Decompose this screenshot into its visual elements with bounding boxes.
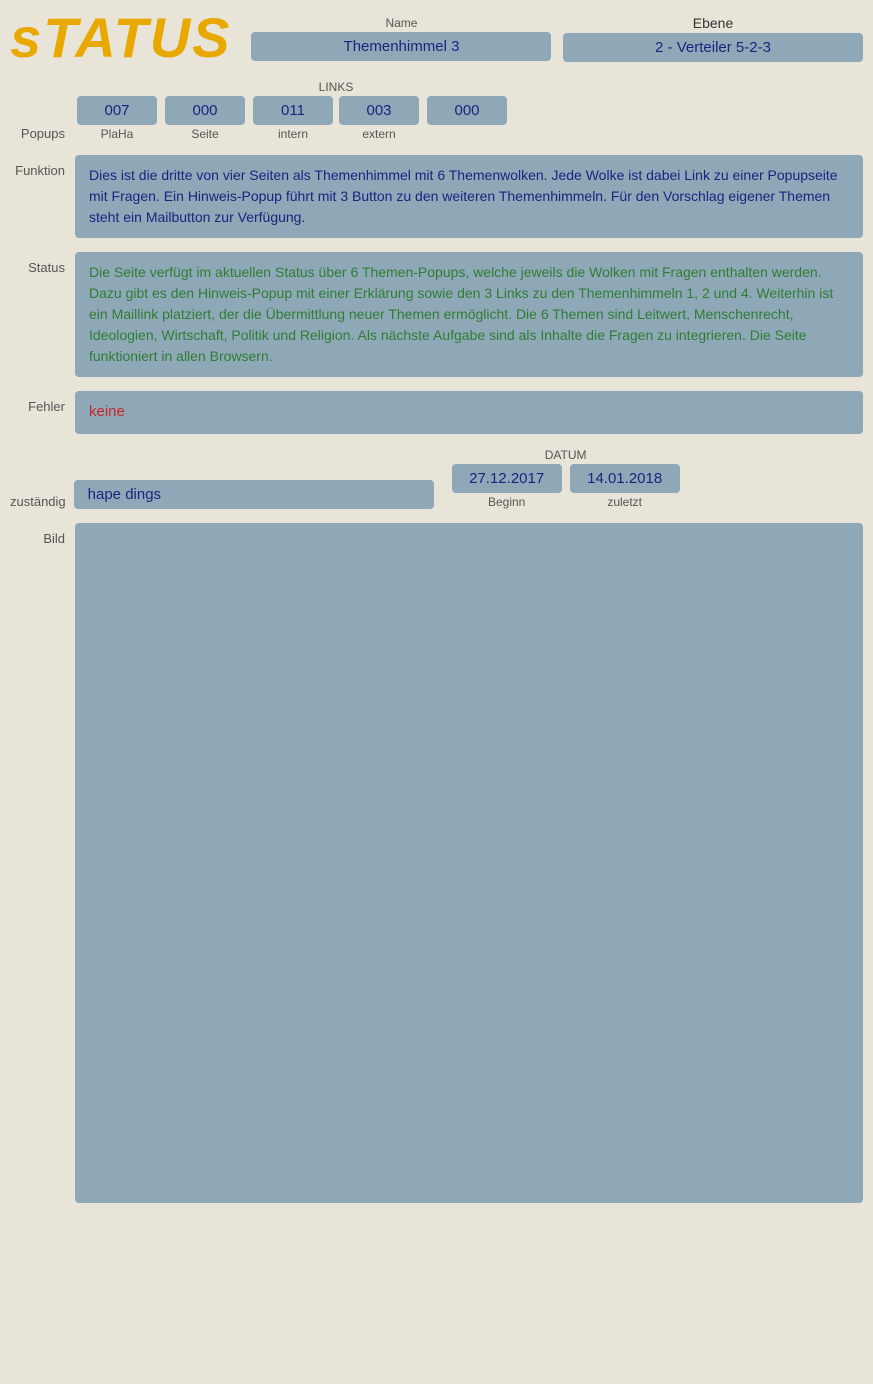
- funktion-text: Dies ist die dritte von vier Seiten als …: [75, 155, 863, 238]
- popup-item-extra: 000: [427, 96, 507, 141]
- name-value[interactable]: Themenhimmel 3: [251, 32, 551, 61]
- popups-label: Popups: [10, 126, 65, 141]
- popup-item-intern: 011 intern: [253, 96, 333, 141]
- app-title: sTATUS: [10, 10, 231, 66]
- datum-title: DATUM: [545, 448, 587, 462]
- funktion-row: Funktion Dies ist die dritte von vier Se…: [10, 155, 863, 238]
- zuletzt-group: 14.01.2018 zuletzt: [570, 464, 680, 509]
- beginn-group: 27.12.2017 Beginn: [452, 464, 562, 509]
- popup-sublabel-extern: extern: [362, 127, 395, 141]
- popup-value-000[interactable]: 000: [165, 96, 245, 125]
- popup-item-plaha: 007 PlaHa: [77, 96, 157, 141]
- status-row: Status Die Seite verfügt im aktuellen St…: [10, 252, 863, 377]
- popups-row: Popups 007 PlaHa 000 Seite LINKS 011 int…: [10, 80, 863, 141]
- fehler-box: keine: [75, 391, 863, 434]
- fehler-text: keine: [89, 401, 849, 424]
- zuletzt-label: zuletzt: [607, 495, 642, 509]
- popup-sublabel-extra: [465, 127, 468, 141]
- ebene-label: Ebene: [693, 15, 733, 31]
- links-inner: 011 intern 003 extern: [253, 96, 419, 141]
- popup-item-extern: 003 extern: [339, 96, 419, 141]
- zustaendig-name[interactable]: hape dings: [74, 480, 434, 509]
- popup-sublabel-plaha: PlaHa: [101, 127, 134, 141]
- popup-sublabel-intern: intern: [278, 127, 308, 141]
- datum-inner: 27.12.2017 Beginn 14.01.2018 zuletzt: [452, 464, 680, 509]
- bild-row: Bild: [10, 523, 863, 1203]
- fehler-row: Fehler keine: [10, 391, 863, 434]
- links-block: LINKS 011 intern 003 extern: [253, 80, 419, 141]
- bild-label: Bild: [10, 523, 65, 546]
- popup-value-extra[interactable]: 000: [427, 96, 507, 125]
- ebene-group: Ebene 2 - Verteiler 5-2-3: [563, 15, 863, 62]
- header-row: sTATUS Name Themenhimmel 3 Ebene 2 - Ver…: [10, 10, 863, 66]
- datum-block: DATUM 27.12.2017 Beginn 14.01.2018 zulet…: [452, 448, 680, 509]
- ebene-value[interactable]: 2 - Verteiler 5-2-3: [563, 33, 863, 62]
- popup-item-seite: 000 Seite: [165, 96, 245, 141]
- beginn-label: Beginn: [488, 495, 525, 509]
- zustaendig-row: zuständig hape dings DATUM 27.12.2017 Be…: [10, 448, 863, 509]
- status-text: Die Seite verfügt im aktuellen Status üb…: [75, 252, 863, 377]
- fehler-label: Fehler: [10, 391, 65, 414]
- zustaendig-label: zuständig: [10, 494, 66, 509]
- popup-value-011[interactable]: 011: [253, 96, 333, 125]
- name-label: Name: [385, 16, 417, 30]
- popup-sublabel-seite: Seite: [191, 127, 218, 141]
- bild-box: [75, 523, 863, 1203]
- popup-value-003[interactable]: 003: [339, 96, 419, 125]
- beginn-value[interactable]: 27.12.2017: [452, 464, 562, 493]
- zuletzt-value[interactable]: 14.01.2018: [570, 464, 680, 493]
- popup-value-007[interactable]: 007: [77, 96, 157, 125]
- funktion-label: Funktion: [10, 155, 65, 178]
- status-label: Status: [10, 252, 65, 275]
- name-group: Name Themenhimmel 3: [251, 16, 551, 61]
- links-title: LINKS: [319, 80, 354, 94]
